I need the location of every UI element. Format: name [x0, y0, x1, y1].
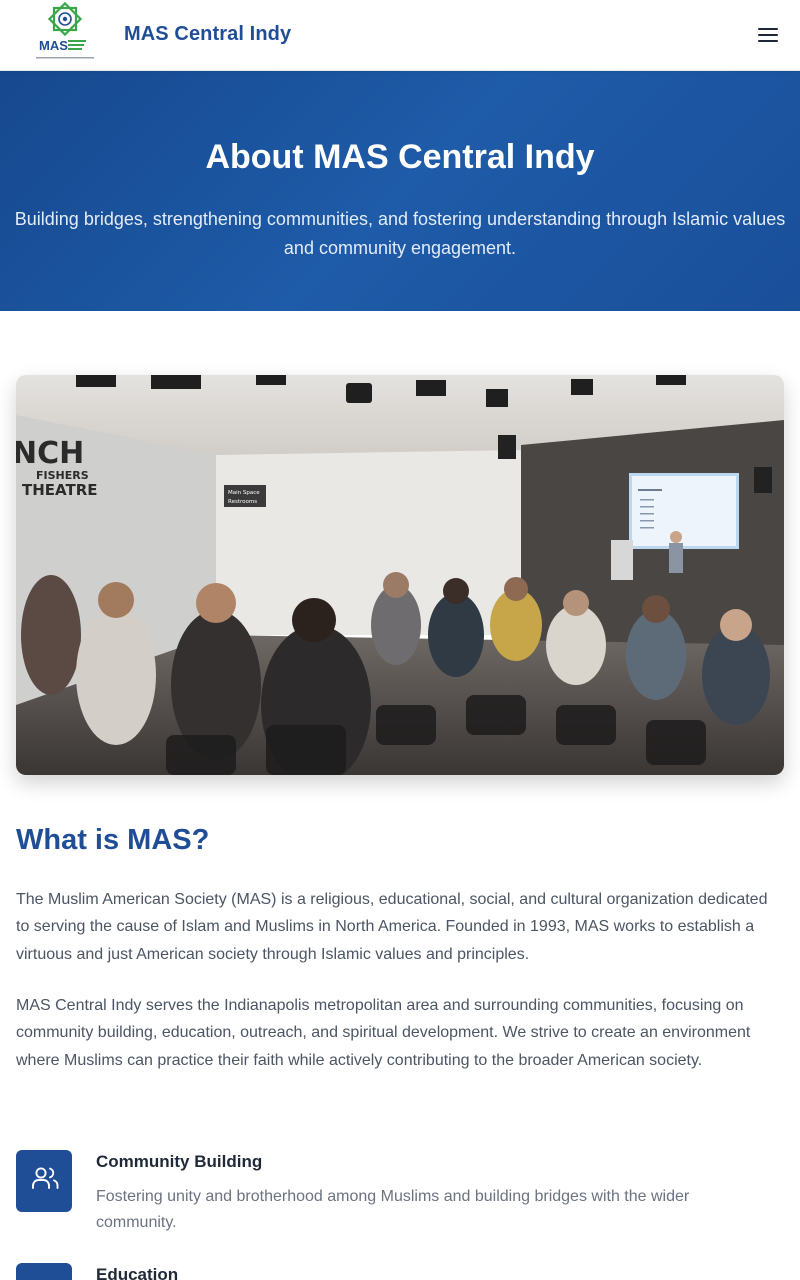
svg-text:THEATRE: THEATRE [22, 481, 98, 499]
feature-icon-box [16, 1263, 72, 1280]
event-photo: NCH FISHERS THEATRE Main Space Restrooms [16, 375, 784, 775]
about-paragraph-1: The Muslim American Society (MAS) is a r… [16, 891, 768, 963]
svg-text:NCH: NCH [16, 436, 84, 471]
hero-banner: About MAS Central Indy Building bridges,… [0, 71, 800, 311]
site-header: MAS MAS Central Indy [0, 0, 800, 71]
book-icon [16, 1263, 72, 1280]
page-title: About MAS Central Indy [205, 138, 595, 176]
svg-text:Restrooms: Restrooms [228, 499, 257, 505]
feature-title: Education [96, 1265, 179, 1280]
hamburger-menu-icon [758, 28, 778, 42]
hero-subtitle: Building bridges, strengthening communit… [14, 209, 786, 258]
svg-text:Main Space: Main Space [228, 490, 260, 496]
feature-icon-box [16, 1150, 72, 1212]
about-paragraph-2: MAS Central Indy serves the Indianapolis… [16, 997, 751, 1069]
feature-description: Fostering unity and brotherhood among Mu… [96, 1188, 690, 1231]
brand-name[interactable]: MAS Central Indy [124, 23, 291, 46]
mas-logo: MAS [36, 2, 94, 59]
users-icon [32, 1167, 59, 1189]
section-title-what-is-mas: What is MAS? [16, 824, 210, 856]
menu-button[interactable] [752, 22, 784, 50]
svg-text:MAS: MAS [39, 38, 68, 53]
feature-title: Community Building [96, 1152, 263, 1171]
